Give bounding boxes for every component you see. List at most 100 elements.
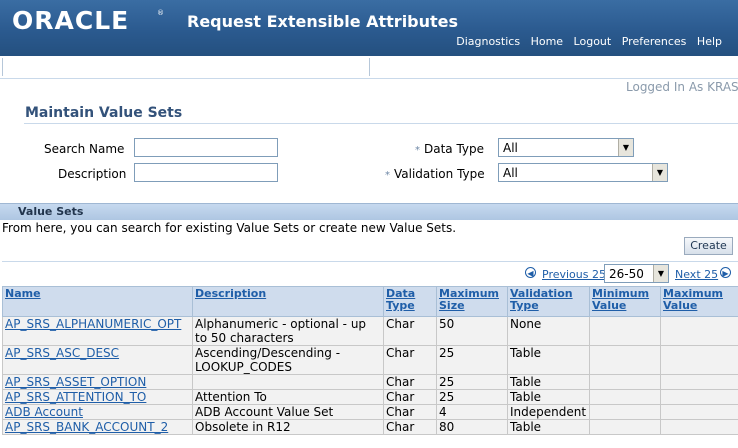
header-banner: ORACLE ® Request Extensible Attributes D…	[0, 0, 738, 56]
section-header: Value Sets	[0, 203, 738, 220]
minimum-value-cell	[589, 419, 661, 435]
data-type-cell: Char	[383, 404, 437, 420]
home-link[interactable]: Home	[531, 35, 563, 48]
validation-type-select[interactable]: All ▼	[498, 163, 668, 182]
next-link[interactable]: Next 25	[675, 268, 718, 281]
column-header-maximum-size[interactable]: Maximum Size	[436, 286, 508, 317]
minimum-value-cell	[589, 404, 661, 420]
range-select[interactable]: 26-50 ▼	[604, 264, 669, 283]
table-row: ADB Account ADB Account Value Set Char 4…	[2, 404, 738, 420]
validation-type-cell: Table	[507, 374, 590, 390]
logged-in-status: Logged In As KRAS	[626, 80, 738, 94]
value-sets-table: Name Description Data Type Maximum Size …	[2, 286, 738, 435]
validation-type-label-text: Validation Type	[394, 167, 485, 181]
maximum-value-cell	[660, 389, 738, 405]
instruction-text: From here, you can search for existing V…	[2, 221, 457, 235]
description-cell: Alphanumeric - optional - up to 50 chara…	[192, 316, 384, 346]
search-name-input[interactable]	[134, 138, 278, 157]
chevron-down-icon[interactable]: ▼	[652, 164, 667, 181]
table-row: AP_SRS_ASSET_OPTION Char 25 Table	[2, 374, 738, 390]
validation-type-label: * Validation Type	[385, 167, 485, 181]
minimum-value-cell	[589, 374, 661, 390]
range-value: 26-50	[609, 267, 644, 281]
data-type-label: * Data Type	[415, 142, 484, 156]
column-header-maximum-value[interactable]: Maximum Value	[660, 286, 738, 317]
divider	[369, 58, 370, 76]
maximum-size-cell: 25	[436, 345, 508, 375]
minimum-value-cell	[589, 316, 661, 346]
description-cell	[192, 374, 384, 390]
previous-icon[interactable]: ◀	[525, 267, 536, 278]
maximum-size-cell: 4	[436, 404, 508, 420]
oracle-logo: ORACLE	[12, 6, 130, 35]
divider	[2, 58, 3, 76]
registered-mark: ®	[157, 9, 164, 17]
preferences-link[interactable]: Preferences	[622, 35, 687, 48]
next-icon[interactable]: ▶	[720, 267, 731, 278]
diagnostics-link[interactable]: Diagnostics	[456, 35, 520, 48]
data-type-label-text: Data Type	[424, 142, 485, 156]
maximum-value-cell	[660, 316, 738, 346]
section-title: Value Sets	[18, 205, 84, 218]
validation-type-cell: Table	[507, 419, 590, 435]
maximum-value-cell	[660, 404, 738, 420]
minimum-value-cell	[589, 389, 661, 405]
maximum-size-cell: 50	[436, 316, 508, 346]
maximum-value-cell	[660, 419, 738, 435]
column-header-data-type[interactable]: Data Type	[383, 286, 437, 317]
table-row: AP_SRS_ALPHANUMERIC_OPT Alphanumeric - o…	[2, 316, 738, 346]
required-icon: *	[415, 145, 420, 156]
logout-link[interactable]: Logout	[574, 35, 612, 48]
validation-type-cell: Independent	[507, 404, 590, 420]
maximum-value-cell	[660, 345, 738, 375]
column-header-minimum-value[interactable]: Minimum Value	[589, 286, 661, 317]
value-set-name-link[interactable]: AP_SRS_ASSET_OPTION	[2, 374, 193, 390]
column-header-description[interactable]: Description	[192, 286, 384, 317]
description-label: Description	[58, 167, 127, 181]
value-set-name-link[interactable]: ADB Account	[2, 404, 193, 420]
chevron-down-icon[interactable]: ▼	[618, 139, 633, 156]
create-button[interactable]: Create	[684, 237, 733, 255]
description-cell: Obsolete in R12	[192, 419, 384, 435]
data-type-cell: Char	[383, 389, 437, 405]
global-links: Diagnostics Home Logout Preferences Help	[449, 35, 722, 48]
maximum-size-cell: 25	[436, 374, 508, 390]
data-type-value: All	[503, 141, 518, 155]
maximum-value-cell	[660, 374, 738, 390]
value-set-name-link[interactable]: AP_SRS_ATTENTION_TO	[2, 389, 193, 405]
table-header-row: Name Description Data Type Maximum Size …	[2, 286, 738, 317]
data-type-cell: Char	[383, 316, 437, 346]
value-set-name-link[interactable]: AP_SRS_BANK_ACCOUNT_2	[2, 419, 193, 435]
validation-type-cell: None	[507, 316, 590, 346]
description-cell: Attention To	[192, 389, 384, 405]
required-icon: *	[385, 170, 390, 181]
validation-type-cell: Table	[507, 345, 590, 375]
chevron-down-icon[interactable]: ▼	[653, 265, 668, 282]
previous-link[interactable]: Previous 25	[542, 268, 606, 281]
help-link[interactable]: Help	[697, 35, 722, 48]
description-cell: Ascending/Descending - LOOKUP_CODES	[192, 345, 384, 375]
description-input[interactable]	[134, 163, 278, 182]
table-row: AP_SRS_ATTENTION_TO Attention To Char 25…	[2, 389, 738, 405]
data-type-cell: Char	[383, 374, 437, 390]
divider	[24, 123, 738, 124]
table-row: AP_SRS_ASC_DESC Ascending/Descending - L…	[2, 345, 738, 375]
validation-type-cell: Table	[507, 389, 590, 405]
column-header-name[interactable]: Name	[2, 286, 193, 317]
page-title: Maintain Value Sets	[25, 105, 183, 121]
description-cell: ADB Account Value Set	[192, 404, 384, 420]
value-set-name-link[interactable]: AP_SRS_ALPHANUMERIC_OPT	[2, 316, 193, 346]
minimum-value-cell	[589, 345, 661, 375]
maximum-size-cell: 80	[436, 419, 508, 435]
divider	[2, 261, 738, 262]
app-title: Request Extensible Attributes	[187, 12, 459, 31]
data-type-cell: Char	[383, 419, 437, 435]
table-row: AP_SRS_BANK_ACCOUNT_2 Obsolete in R12 Ch…	[2, 419, 738, 435]
column-header-validation-type[interactable]: Validation Type	[507, 286, 590, 317]
data-type-cell: Char	[383, 345, 437, 375]
validation-type-value: All	[503, 166, 518, 180]
value-set-name-link[interactable]: AP_SRS_ASC_DESC	[2, 345, 193, 375]
search-name-label: Search Name	[44, 142, 125, 156]
maximum-size-cell: 25	[436, 389, 508, 405]
data-type-select[interactable]: All ▼	[498, 138, 634, 157]
